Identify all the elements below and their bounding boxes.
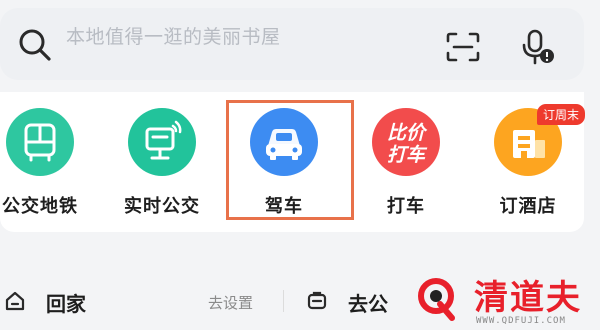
home-label[interactable]: 回家 <box>46 288 86 317</box>
watermark-url: WWW.QDFUJI.COM <box>476 316 566 326</box>
service-realtime-bus[interactable]: 实时公交 <box>106 108 218 218</box>
service-taxi[interactable]: 比价 打车 打车 <box>350 108 462 218</box>
watermark-text: 清道夫 <box>474 278 582 318</box>
watermark-logo-icon <box>418 278 455 321</box>
bus-icon <box>6 108 74 176</box>
service-bus-subway[interactable]: 公交地铁 <box>0 108 96 218</box>
highlight-frame <box>226 100 354 220</box>
search-icon <box>19 29 51 61</box>
home-set-link[interactable]: 去设置 <box>208 292 253 313</box>
realtime-bus-icon <box>128 108 196 176</box>
search-bar[interactable]: 本地值得一逛的美丽书屋 <box>0 8 584 80</box>
service-label: 公交地铁 <box>2 196 78 217</box>
watermark: 清道夫 WWW.QDFUJI.COM <box>412 270 600 330</box>
taxi-icon-text-top: 比价 <box>387 122 428 144</box>
service-label: 实时公交 <box>124 196 200 217</box>
search-placeholder[interactable]: 本地值得一逛的美丽书屋 <box>66 22 281 49</box>
briefcase-icon <box>307 291 327 310</box>
work-label[interactable]: 去公 <box>348 288 388 317</box>
weekend-badge: 订周末 <box>537 104 586 125</box>
voice-icon[interactable] <box>520 28 556 66</box>
home-icon <box>5 291 25 311</box>
taxi-icon-text-bottom: 打车 <box>387 144 428 166</box>
divider <box>283 290 284 312</box>
scan-icon[interactable] <box>446 32 480 62</box>
service-label: 订酒店 <box>499 196 557 217</box>
service-label: 打车 <box>387 196 425 217</box>
taxi-icon: 比价 打车 <box>372 108 440 176</box>
